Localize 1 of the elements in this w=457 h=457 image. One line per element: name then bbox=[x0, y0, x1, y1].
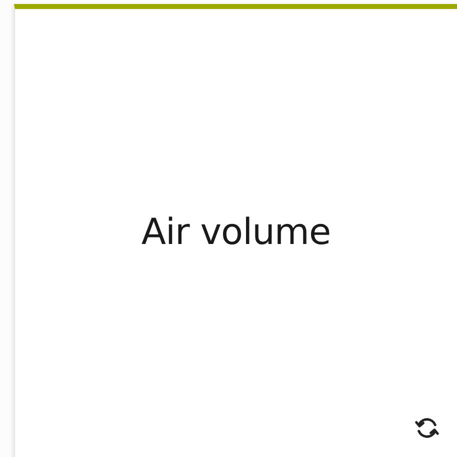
card-title: Air volume bbox=[140, 211, 332, 253]
